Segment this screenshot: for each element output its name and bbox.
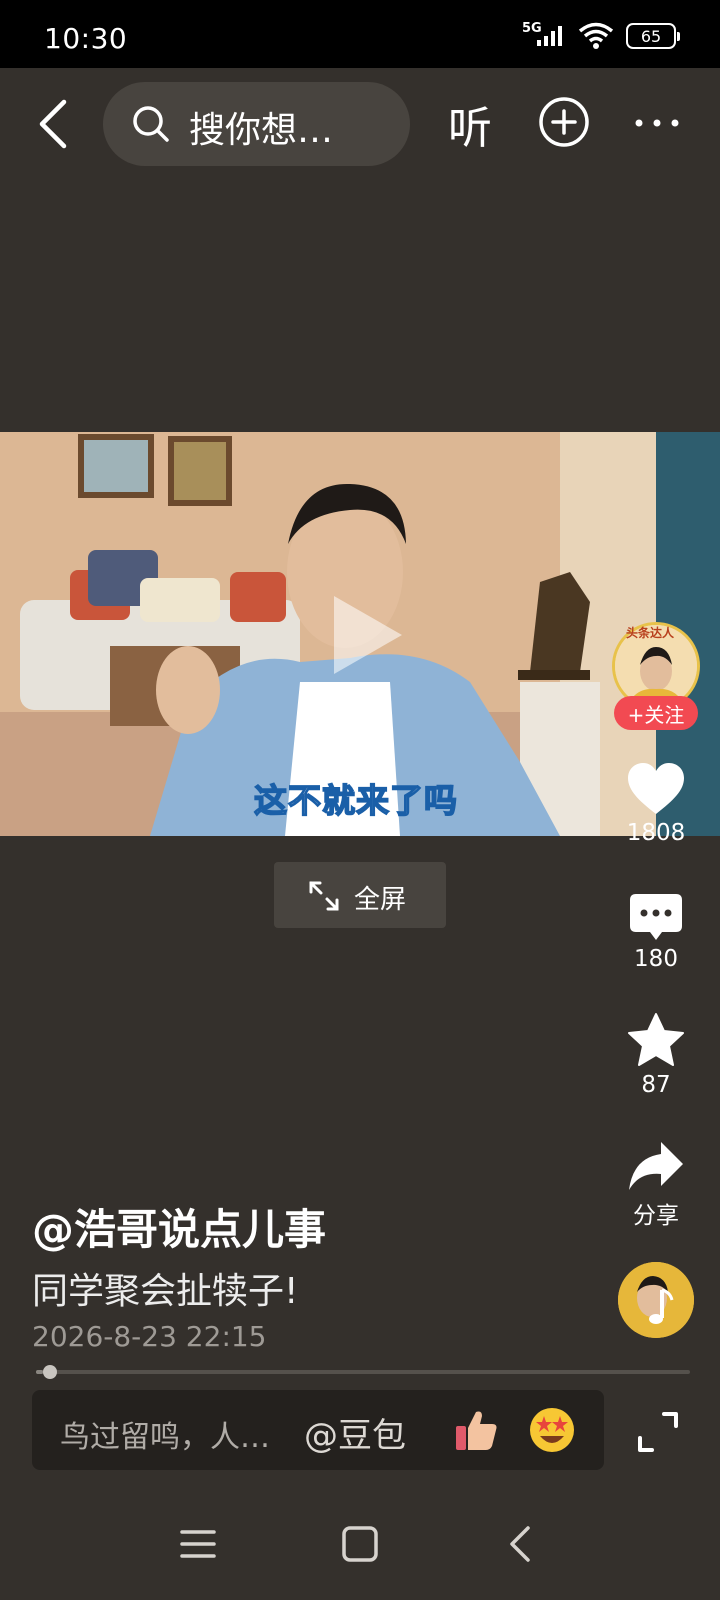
video-caption: 同学聚会扯犊子! (32, 1271, 299, 1312)
plus-circle-icon (539, 97, 589, 147)
progress-thumb[interactable] (42, 1365, 57, 1379)
thumbs-up-icon (456, 1411, 497, 1450)
share-button[interactable]: 分享 (610, 1140, 702, 1230)
back-arrow-icon (39, 99, 67, 149)
search-input[interactable]: 搜你想… (103, 82, 410, 166)
share-label: 分享 (633, 1203, 679, 1229)
star-eyes-emoji[interactable] (528, 1406, 576, 1454)
heart-icon (628, 763, 684, 814)
home-button[interactable] (338, 1522, 382, 1566)
system-back-button[interactable] (500, 1522, 544, 1566)
search-placeholder: 搜你想… (189, 110, 334, 151)
expand-corners-icon (638, 1412, 678, 1452)
video-progress-bar[interactable] (36, 1365, 690, 1379)
follow-button[interactable]: +关注 (614, 696, 698, 730)
like-button[interactable]: 1808 (610, 762, 702, 846)
video-subtitle: 这不就来了吗 (253, 780, 458, 821)
search-icon (133, 106, 169, 142)
author-name[interactable]: @浩哥说点儿事 (32, 1196, 326, 1257)
comment-bubble-icon (630, 894, 682, 940)
fullscreen-button[interactable]: 全屏 (274, 862, 446, 928)
system-nav-bar (0, 1480, 720, 1600)
music-disc[interactable] (618, 1262, 694, 1338)
listen-button[interactable]: 听 (448, 92, 492, 156)
comment-button[interactable]: 180 (610, 892, 702, 972)
top-bar: 搜你想… 听 (0, 68, 720, 178)
battery-icon: 65 (626, 23, 680, 49)
menu-icon (180, 1530, 216, 1558)
status-time: 10:30 (44, 22, 128, 55)
more-dots-icon (635, 119, 679, 127)
add-button[interactable] (538, 96, 590, 148)
signal-icon: 5G (522, 21, 566, 51)
wifi-icon (578, 22, 614, 49)
home-icon (342, 1526, 378, 1562)
thumbs-up-emoji[interactable] (452, 1406, 500, 1454)
expand-button[interactable] (636, 1410, 680, 1454)
battery-level: 65 (640, 26, 662, 46)
comment-input[interactable]: 鸟过留鸣，人… @豆包 (32, 1390, 604, 1470)
back-icon (510, 1526, 530, 1562)
author-badge: 头条达人 (626, 626, 675, 640)
music-note-icon (618, 1262, 694, 1338)
play-button[interactable] (320, 590, 410, 680)
star-icon (628, 1013, 684, 1066)
progress-fill (36, 1370, 43, 1374)
post-date: 2026-8-23 22:15 (32, 1320, 267, 1353)
mention-button[interactable]: @豆包 (304, 1408, 406, 1457)
back-button[interactable] (30, 96, 76, 152)
comment-placeholder: 鸟过留鸣，人… (60, 1420, 270, 1455)
comment-count: 180 (634, 946, 678, 972)
favorite-count: 87 (641, 1072, 671, 1098)
play-icon (334, 596, 402, 674)
favorite-button[interactable]: 87 (610, 1012, 702, 1098)
more-button[interactable] (634, 108, 680, 138)
like-count: 1808 (626, 820, 686, 846)
status-icons: 5G 65 (522, 20, 680, 52)
star-eyes-icon (530, 1408, 574, 1452)
expand-arrows-icon (309, 881, 339, 911)
fullscreen-label: 全屏 (354, 885, 407, 915)
status-bar: 10:30 5G 65 (0, 0, 720, 68)
menu-button[interactable] (176, 1522, 220, 1566)
share-arrow-icon (629, 1142, 683, 1190)
